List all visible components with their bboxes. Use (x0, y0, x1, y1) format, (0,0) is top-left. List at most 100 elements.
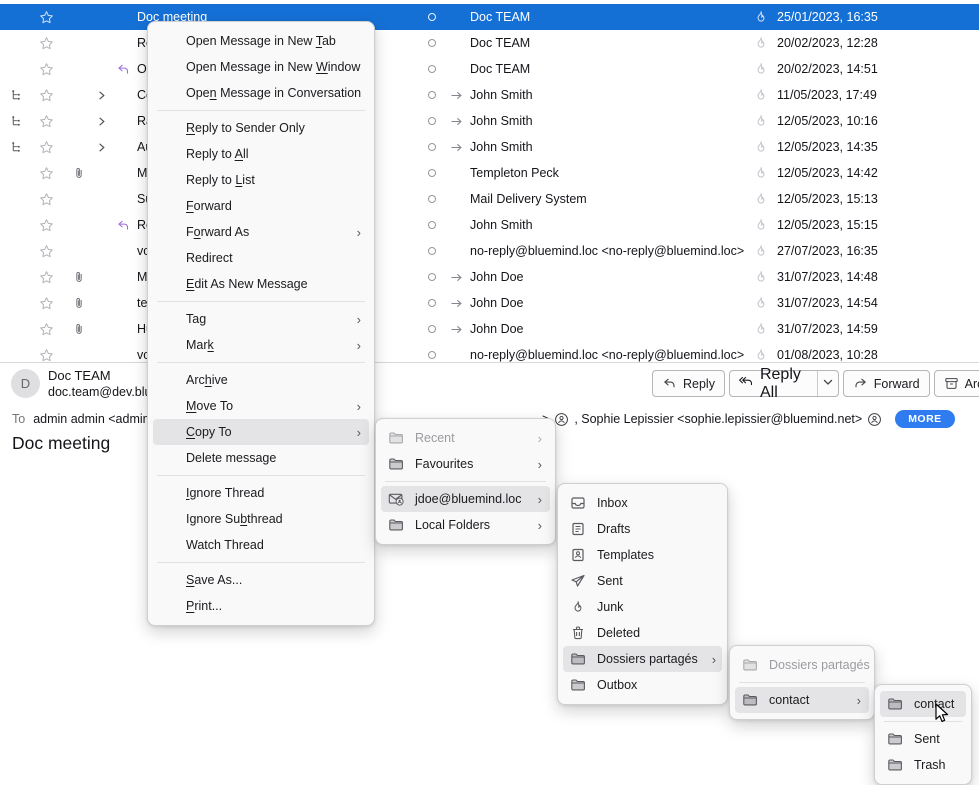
unread-indicator[interactable] (428, 108, 436, 134)
menu-item-tag[interactable]: Tag› (153, 306, 369, 332)
menu-item-label: Ignore Thread (186, 486, 264, 500)
menu-item-sent[interactable]: Sent (880, 726, 966, 752)
unread-indicator[interactable] (428, 186, 436, 212)
menu-item-mark[interactable]: Mark› (153, 332, 369, 358)
menu-item-open-message-in-conversation[interactable]: Open Message in Conversation (153, 80, 369, 106)
unread-indicator[interactable] (428, 290, 436, 316)
junk-flame-icon[interactable] (753, 30, 768, 56)
reply-button[interactable]: Reply (652, 370, 725, 397)
menu-item-junk[interactable]: Junk (563, 594, 722, 620)
star-icon[interactable] (39, 290, 54, 316)
forward-button[interactable]: Forward (843, 370, 930, 397)
menu-item-contact[interactable]: contact› (735, 687, 869, 713)
menu-item-redirect[interactable]: Redirect (153, 245, 369, 271)
unread-indicator[interactable] (428, 134, 436, 160)
reply-all-button[interactable]: Reply All (730, 371, 818, 396)
junk-flame-icon[interactable] (753, 56, 768, 82)
contact-person-icon[interactable] (867, 412, 882, 427)
star-icon[interactable] (39, 238, 54, 264)
junk-flame-icon[interactable] (753, 342, 768, 362)
menu-item-contact[interactable]: contact (880, 691, 966, 717)
menu-item-edit-as-new-message[interactable]: Edit As New Message (153, 271, 369, 297)
menu-item-label: Reply to List (186, 173, 255, 187)
menu-item-favourites[interactable]: Favourites› (381, 451, 550, 477)
star-icon[interactable] (39, 316, 54, 342)
menu-item-label: Sent (914, 732, 940, 746)
junk-flame-icon[interactable] (753, 186, 768, 212)
more-recipients-badge[interactable]: MORE (895, 410, 955, 428)
junk-flame-icon[interactable] (753, 82, 768, 108)
menu-item-inbox[interactable]: Inbox (563, 490, 722, 516)
star-icon[interactable] (39, 264, 54, 290)
menu-item-reply-to-all[interactable]: Reply to All (153, 141, 369, 167)
menu-item-label: Outbox (597, 678, 637, 692)
forward-button-label: Forward (874, 377, 920, 391)
expand-thread-icon[interactable] (96, 134, 107, 160)
submenu-arrow-icon: › (524, 457, 542, 472)
menu-item-delete-message[interactable]: Delete message (153, 445, 369, 471)
menu-item-open-message-in-new-tab[interactable]: Open Message in New Tab (153, 28, 369, 54)
menu-item-label: Dossiers partagés (769, 658, 870, 672)
menu-item-save-as[interactable]: Save As... (153, 567, 369, 593)
star-icon[interactable] (39, 134, 54, 160)
menu-separator (157, 301, 365, 302)
menu-item-print[interactable]: Print... (153, 593, 369, 619)
unread-indicator[interactable] (428, 160, 436, 186)
unread-indicator[interactable] (428, 4, 436, 30)
junk-flame-icon[interactable] (753, 212, 768, 238)
unread-indicator[interactable] (428, 264, 436, 290)
unread-indicator[interactable] (428, 56, 436, 82)
junk-flame-icon[interactable] (753, 238, 768, 264)
star-icon[interactable] (39, 212, 54, 238)
menu-item-local-folders[interactable]: Local Folders› (381, 512, 550, 538)
menu-item-ignore-subthread[interactable]: Ignore Subthread (153, 506, 369, 532)
expand-thread-icon[interactable] (96, 108, 107, 134)
star-icon[interactable] (39, 342, 54, 362)
unread-indicator[interactable] (428, 212, 436, 238)
menu-item-forward-as[interactable]: Forward As› (153, 219, 369, 245)
junk-flame-icon[interactable] (753, 290, 768, 316)
star-icon[interactable] (39, 4, 54, 30)
star-icon[interactable] (39, 82, 54, 108)
archive-icon (944, 376, 959, 391)
menu-item-reply-to-sender-only[interactable]: Reply to Sender Only (153, 115, 369, 141)
menu-item-sent[interactable]: Sent (563, 568, 722, 594)
folder-icon (887, 757, 903, 773)
star-icon[interactable] (39, 30, 54, 56)
expand-thread-icon[interactable] (96, 82, 107, 108)
menu-item-reply-to-list[interactable]: Reply to List (153, 167, 369, 193)
unread-indicator[interactable] (428, 82, 436, 108)
menu-item-move-to[interactable]: Move To› (153, 393, 369, 419)
reply-all-dropdown-button[interactable] (818, 371, 838, 396)
junk-flame-icon[interactable] (753, 160, 768, 186)
menu-item-jdoe-bluemind-loc[interactable]: jdoe@bluemind.loc› (381, 486, 550, 512)
junk-flame-icon[interactable] (753, 264, 768, 290)
attachment-icon (72, 290, 86, 316)
menu-item-trash[interactable]: Trash (880, 752, 966, 778)
junk-flame-icon[interactable] (753, 4, 768, 30)
menu-item-deleted[interactable]: Deleted (563, 620, 722, 646)
archive-button[interactable]: Archive (934, 370, 979, 397)
contact-person-icon[interactable] (554, 412, 569, 427)
star-icon[interactable] (39, 56, 54, 82)
menu-item-open-message-in-new-window[interactable]: Open Message in New Window (153, 54, 369, 80)
menu-item-archive[interactable]: Archive (153, 367, 369, 393)
unread-indicator[interactable] (428, 316, 436, 342)
junk-flame-icon[interactable] (753, 316, 768, 342)
unread-indicator[interactable] (428, 342, 436, 362)
menu-item-drafts[interactable]: Drafts (563, 516, 722, 542)
junk-flame-icon[interactable] (753, 134, 768, 160)
menu-item-ignore-thread[interactable]: Ignore Thread (153, 480, 369, 506)
unread-indicator[interactable] (428, 30, 436, 56)
menu-item-forward[interactable]: Forward (153, 193, 369, 219)
junk-flame-icon[interactable] (753, 108, 768, 134)
unread-indicator[interactable] (428, 238, 436, 264)
star-icon[interactable] (39, 186, 54, 212)
menu-item-templates[interactable]: Templates (563, 542, 722, 568)
star-icon[interactable] (39, 160, 54, 186)
menu-item-watch-thread[interactable]: Watch Thread (153, 532, 369, 558)
menu-item-outbox[interactable]: Outbox (563, 672, 722, 698)
menu-item-dossiers-partag-s[interactable]: Dossiers partagés› (563, 646, 722, 672)
menu-item-copy-to[interactable]: Copy To› (153, 419, 369, 445)
star-icon[interactable] (39, 108, 54, 134)
